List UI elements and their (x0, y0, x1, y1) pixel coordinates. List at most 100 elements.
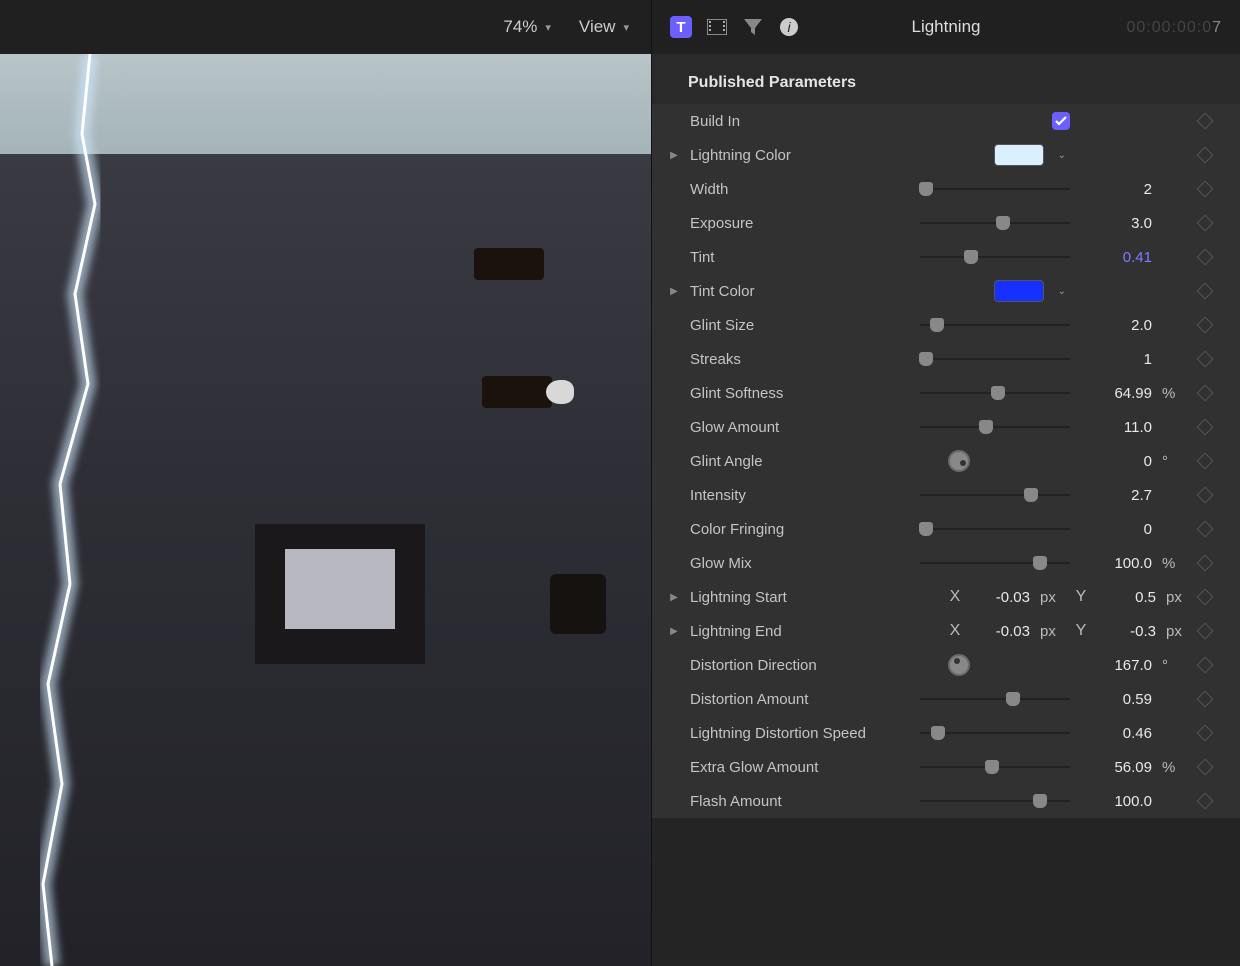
chevron-down-icon: ▾ (545, 21, 551, 34)
param-label: Lightning End (686, 623, 920, 640)
keyframe-icon[interactable] (1197, 759, 1214, 776)
param-value[interactable]: 0 (1080, 453, 1152, 470)
streaks-slider[interactable] (920, 351, 1070, 367)
param-value[interactable]: 2 (1080, 181, 1152, 198)
tint-slider[interactable] (920, 249, 1070, 265)
param-label: Tint (686, 249, 920, 266)
keyframe-icon[interactable] (1197, 793, 1214, 810)
param-glow-amount: Glow Amount 11.0 (652, 410, 1240, 444)
param-label: Color Fringing (686, 521, 920, 538)
lightning-distortion-speed-slider[interactable] (920, 725, 1070, 741)
tab-video[interactable] (706, 16, 728, 38)
glow-amount-slider[interactable] (920, 419, 1070, 435)
param-value[interactable]: 0.41 (1080, 249, 1152, 266)
param-value[interactable]: 1 (1080, 351, 1152, 368)
glow-mix-slider[interactable] (920, 555, 1070, 571)
param-label: Intensity (686, 487, 920, 504)
param-value[interactable]: 64.99 (1080, 385, 1152, 402)
timecode: 00:00:00:07 (1126, 17, 1222, 37)
disclosure-icon[interactable]: ▶ (662, 150, 686, 161)
keyframe-icon[interactable] (1197, 283, 1214, 300)
disclosure-icon[interactable]: ▶ (662, 592, 686, 603)
param-lightning-color: ▶ Lightning Color ⌄ (652, 138, 1240, 172)
timecode-dim: 00:00:00:0 (1126, 19, 1212, 36)
width-slider[interactable] (920, 181, 1070, 197)
param-label: Lightning Distortion Speed (686, 725, 920, 742)
tab-filter[interactable] (742, 16, 764, 38)
zoom-value: 74% (503, 17, 537, 37)
param-label: Distortion Amount (686, 691, 920, 708)
inspector-title: Lightning (911, 17, 980, 37)
tab-text[interactable]: T (670, 16, 692, 38)
param-value[interactable]: 167.0 (1080, 657, 1152, 674)
x-value[interactable]: -0.03 (974, 623, 1030, 640)
keyframe-icon[interactable] (1197, 623, 1214, 640)
extra-glow-amount-slider[interactable] (920, 759, 1070, 775)
param-value[interactable]: 0.46 (1080, 725, 1152, 742)
keyframe-icon[interactable] (1197, 657, 1214, 674)
keyframe-icon[interactable] (1197, 487, 1214, 504)
chevron-down-icon[interactable]: ⌄ (1054, 286, 1070, 297)
viewer-pane: 74% ▾ View ▾ (0, 0, 651, 966)
wall-hole (550, 574, 606, 634)
angle-dial[interactable] (948, 654, 970, 676)
param-value[interactable]: 3.0 (1080, 215, 1152, 232)
keyframe-icon[interactable] (1197, 419, 1214, 436)
zoom-dropdown[interactable]: 74% ▾ (503, 17, 551, 37)
param-width: Width 2 (652, 172, 1240, 206)
flash-amount-slider[interactable] (920, 793, 1070, 809)
section-title: Published Parameters (652, 54, 1240, 104)
y-value[interactable]: 0.5 (1100, 589, 1156, 606)
timecode-frame: 7 (1212, 19, 1222, 36)
y-value[interactable]: -0.3 (1100, 623, 1156, 640)
param-label: Glow Amount (686, 419, 920, 436)
color-fringing-slider[interactable] (920, 521, 1070, 537)
x-value[interactable]: -0.03 (974, 589, 1030, 606)
y-label: Y (1072, 588, 1090, 606)
param-value[interactable]: 11.0 (1080, 419, 1152, 436)
keyframe-icon[interactable] (1197, 725, 1214, 742)
keyframe-icon[interactable] (1197, 385, 1214, 402)
keyframe-icon[interactable] (1197, 249, 1214, 266)
keyframe-icon[interactable] (1197, 147, 1214, 164)
color-swatch[interactable] (994, 280, 1044, 302)
view-dropdown[interactable]: View ▾ (579, 17, 629, 37)
build-in-checkbox[interactable] (1052, 112, 1070, 130)
keyframe-icon[interactable] (1197, 555, 1214, 572)
viewport-canvas[interactable] (0, 54, 651, 966)
keyframe-icon[interactable] (1197, 521, 1214, 538)
param-value[interactable]: 56.09 (1080, 759, 1152, 776)
app-root: 74% ▾ View ▾ (0, 0, 1240, 966)
param-value[interactable]: 2.0 (1080, 317, 1152, 334)
keyframe-icon[interactable] (1197, 113, 1214, 130)
keyframe-icon[interactable] (1197, 453, 1214, 470)
param-value[interactable]: 2.7 (1080, 487, 1152, 504)
keyframe-icon[interactable] (1197, 589, 1214, 606)
intensity-slider[interactable] (920, 487, 1070, 503)
chevron-down-icon[interactable]: ⌄ (1054, 150, 1070, 161)
inspector-tabs: T i (670, 16, 800, 38)
param-label: Glow Mix (686, 555, 920, 572)
keyframe-icon[interactable] (1197, 181, 1214, 198)
param-exposure: Exposure 3.0 (652, 206, 1240, 240)
glint-size-slider[interactable] (920, 317, 1070, 333)
keyframe-icon[interactable] (1197, 351, 1214, 368)
keyframe-icon[interactable] (1197, 215, 1214, 232)
param-value[interactable]: 0.59 (1080, 691, 1152, 708)
angle-dial[interactable] (948, 450, 970, 472)
param-intensity: Intensity 2.7 (652, 478, 1240, 512)
glint-softness-slider[interactable] (920, 385, 1070, 401)
disclosure-icon[interactable]: ▶ (662, 286, 686, 297)
tab-info[interactable]: i (778, 16, 800, 38)
param-value[interactable]: 100.0 (1080, 555, 1152, 572)
param-value[interactable]: 100.0 (1080, 793, 1152, 810)
keyframe-icon[interactable] (1197, 317, 1214, 334)
param-glint-size: Glint Size 2.0 (652, 308, 1240, 342)
param-value[interactable]: 0 (1080, 521, 1152, 538)
exposure-slider[interactable] (920, 215, 1070, 231)
disclosure-icon[interactable]: ▶ (662, 626, 686, 637)
keyframe-icon[interactable] (1197, 691, 1214, 708)
param-tint-color: ▶ Tint Color ⌄ (652, 274, 1240, 308)
color-swatch[interactable] (994, 144, 1044, 166)
distortion-amount-slider[interactable] (920, 691, 1070, 707)
